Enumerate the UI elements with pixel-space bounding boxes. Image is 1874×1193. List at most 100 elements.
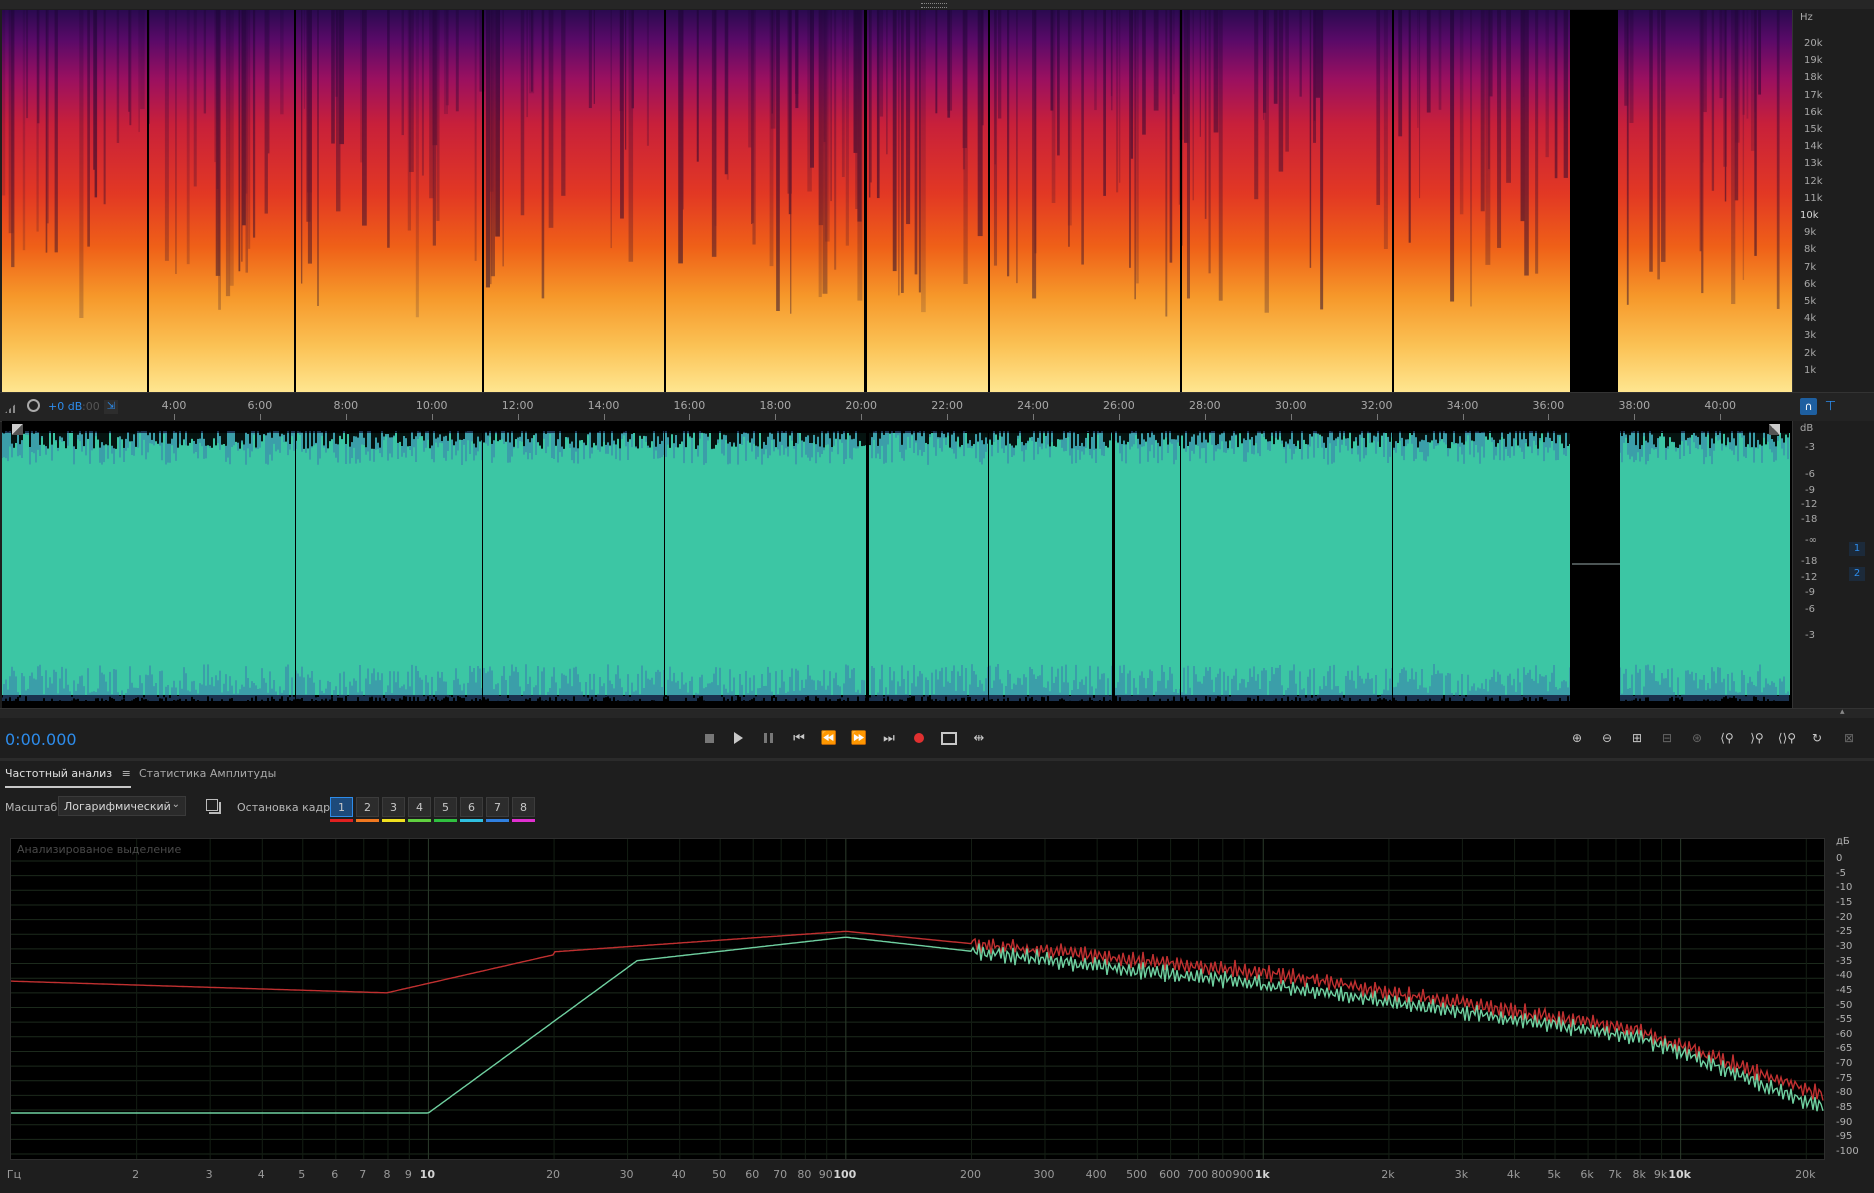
fade-out-handle-icon[interactable] [1769,424,1780,435]
db-axis-label: -15 [1836,896,1853,908]
frequency-ruler[interactable]: Hz 20k 19k 18k 17k 16k 15k 14k 13k 12k 11k 10k 9k 8k… [1792,10,1874,392]
skip-to-start-button[interactable]: ⏮ [788,727,810,749]
zoom-out-time-button[interactable]: ⊟ [1655,727,1679,749]
frequency-tick-label: 16k [1804,106,1823,118]
scale-label: Масштаб: [5,801,61,814]
freq-unit-label: Гц [6,1168,22,1181]
zoom-in-amplitude-button[interactable]: ⊕ [1565,727,1589,749]
gain-readout[interactable]: +0 dB [48,400,82,413]
time-tick-label: 40:00 [1704,399,1737,412]
frequency-tick-label: 9k [1804,227,1817,239]
frequency-axis-label: 40 [671,1168,686,1181]
level-meter-icon[interactable] [5,401,19,413]
tab-frequency-analysis[interactable]: Частотный анализ ≡ [5,767,131,788]
zoom-out-amplitude-button[interactable]: ⊖ [1595,727,1619,749]
zoom-out-full-button[interactable]: ⟨⟩⚲ [1775,727,1799,749]
db-axis-label: -60 [1836,1028,1853,1040]
freeze-frame-button-6[interactable]: 6 [460,797,483,817]
freeze-frame-button-3[interactable]: 3 [382,797,405,817]
freeze-frame-color-bar [512,819,535,822]
time-tick-mark [1462,414,1464,420]
stop-button[interactable] [698,727,720,749]
zoom-selection-button[interactable]: ⊛ [1685,727,1709,749]
db-axis-label: -75 [1836,1072,1853,1084]
tab-label: Статистика Амплитуды [139,767,277,780]
scale-dropdown[interactable]: Логарифмический ⌄ [58,796,186,816]
loop-button[interactable] [938,727,960,749]
record-button[interactable] [908,727,930,749]
pin-icon[interactable]: ⇲ [104,400,118,414]
copy-icon[interactable] [206,799,218,811]
db-axis-label: -90 [1836,1116,1853,1128]
channel-2-button[interactable]: 2 [1849,567,1865,581]
time-tick-label: 34:00 [1446,399,1479,412]
frequency-axis-label: 7 [359,1168,367,1181]
time-tick-label: 32:00 [1360,399,1393,412]
skip-selection-button[interactable]: ⇹ [968,727,990,749]
freeze-frame-label: Остановка кадра: [237,801,341,814]
resize-grip-icon[interactable] [921,3,947,8]
marker-pin-icon[interactable]: ⊤ [1822,398,1839,415]
frequency-tick-label: 13k [1804,158,1823,170]
zoom-reset-button[interactable]: ↻ [1805,727,1829,749]
freeze-frame-color-bar [382,819,405,822]
panel-menu-icon[interactable]: ≡ [122,767,131,780]
skip-to-end-button[interactable]: ⏭ [878,727,900,749]
frequency-axis-label: 7k [1608,1168,1622,1181]
frequency-axis-label: 4 [257,1168,265,1181]
record-icon [914,733,924,743]
channel-1-button[interactable]: 1 [1849,542,1865,556]
headphones-icon[interactable]: ∩ [1800,398,1817,415]
collapse-icon[interactable]: ▴ [1840,707,1845,717]
amplitude-tick-label: -6 [1805,469,1815,480]
freeze-frame-button-5[interactable]: 5 [434,797,457,817]
freeze-frame-button-7[interactable]: 7 [486,797,509,817]
play-button[interactable] [727,727,749,749]
time-tick-label: 8:00 [333,399,359,412]
zoom-extra-icon: ⊠ [1843,731,1855,745]
pause-button[interactable] [757,727,779,749]
spectral-frequency-display[interactable] [2,10,1792,392]
amplitude-tick-label: -6 [1805,604,1815,615]
loop-icon [941,731,957,745]
frequency-tick-label: 19k [1804,55,1823,67]
freeze-frame-button-8[interactable]: 8 [512,797,535,817]
waveform-display[interactable] [2,421,1792,708]
frequency-graph[interactable]: Анализированое выделение [10,838,1825,1160]
amplitude-ruler[interactable]: dB -3 -6 -9 -12 -18 -∞ -18 -12 -9 -6 -3 1 2 [1792,421,1874,708]
current-time-display[interactable]: 0:00.000 [5,730,77,749]
amplitude-tick-label: -3 [1805,442,1815,453]
time-tick-mark [1376,414,1378,420]
frequency-axis-label: 80 [797,1168,812,1181]
time-tick-label: 4:00 [161,399,187,412]
amplitude-tick-label: -9 [1805,587,1815,598]
db-axis-label: -45 [1836,984,1853,996]
freeze-frame-color-bar [408,819,431,822]
time-tick-mark [259,414,261,420]
rewind-icon: ⏪ [820,730,838,746]
zoom-in-left-button[interactable]: ⟨⚲ [1715,727,1739,749]
freeze-frame-button-2[interactable]: 2 [356,797,379,817]
frequency-axis-label: 2k [1381,1168,1395,1181]
rewind-button[interactable]: ⏪ [818,727,840,749]
freeze-frame-color-bar [356,819,379,822]
frequency-axis-label: 20k [1795,1168,1816,1181]
freeze-frame-button-4[interactable]: 4 [408,797,431,817]
zoom-extra-button[interactable]: ⊠ [1837,727,1861,749]
zoom-in-right-button[interactable]: ⟩⚲ [1745,727,1769,749]
fade-in-handle-icon[interactable] [12,424,23,435]
db-axis-label: -100 [1836,1146,1859,1157]
transport-bar [0,718,1874,758]
frequency-tick-label: 17k [1804,89,1823,101]
time-tick-mark [1634,414,1636,420]
freeze-frame-button-1[interactable]: 1 [330,797,353,817]
chevron-down-icon: ⌄ [171,799,180,810]
zoom-in-time-button[interactable]: ⊞ [1625,727,1649,749]
frequency-axis-label: 5k [1547,1168,1561,1181]
tab-amplitude-statistics[interactable]: Статистика Амплитуды [139,767,276,786]
clock-icon[interactable] [27,399,40,412]
frequency-axis-label: 8k [1632,1168,1646,1181]
fast-forward-button[interactable]: ⏩ [848,727,870,749]
timeline-ruler[interactable]: +0 dB :00 ⇲ 4:00 6:00 8:00 10:00 12:00 14:00 1… [0,392,1874,422]
time-tick-mark [603,414,605,420]
